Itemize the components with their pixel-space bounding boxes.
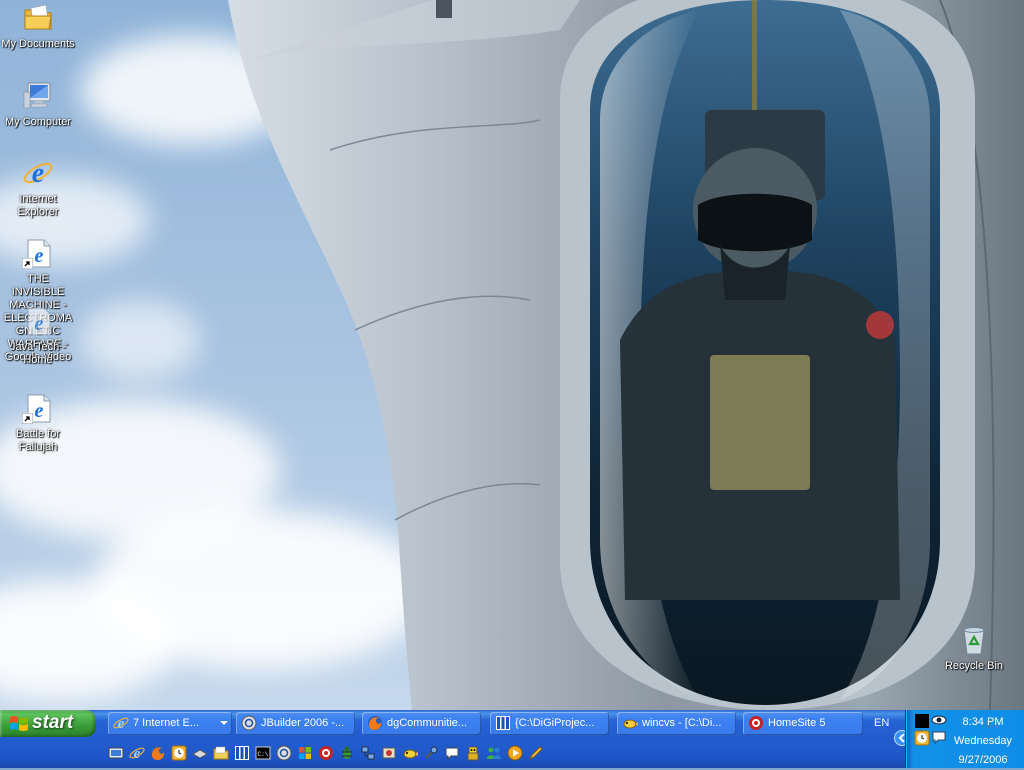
task-jbuilder[interactable]: JBuilder 2006 -... xyxy=(236,712,355,735)
start-button[interactable]: start xyxy=(0,710,96,737)
quick-launch-pencil-icon[interactable] xyxy=(528,745,544,761)
svg-text:e: e xyxy=(35,245,44,267)
desktop-icon-battle-for-fallujah[interactable]: e Battle for Fallujah xyxy=(0,392,76,454)
canopy-center-line xyxy=(752,0,757,110)
svg-text:e: e xyxy=(35,313,44,335)
black-square-icon[interactable] xyxy=(914,713,930,729)
homesite-icon xyxy=(749,716,763,730)
task-wincvs[interactable]: wincvs - [C:\Di... xyxy=(617,712,736,735)
task-label: wincvs - [C:\Di... xyxy=(642,717,722,729)
desktop-icon-label: Java Tech - Home xyxy=(9,341,67,366)
quick-launch-project-grid-icon[interactable] xyxy=(234,745,250,761)
pilot-kneeboard xyxy=(710,355,810,490)
svg-text:e: e xyxy=(35,400,44,422)
desktop-icon-label: My Computer xyxy=(4,116,72,128)
quick-launch-windows-flag-icon[interactable] xyxy=(297,745,313,761)
quick-launch-wincvs-icon[interactable] xyxy=(402,745,418,761)
desktop-icon-my-computer[interactable]: My Computer xyxy=(0,80,76,129)
quick-launch-settings-icon[interactable] xyxy=(381,745,397,761)
task-firefox[interactable]: dgCommunitie... xyxy=(362,712,481,735)
quick-launch-firefox-icon[interactable] xyxy=(150,745,166,761)
quick-launch-folder-icon[interactable] xyxy=(213,745,229,761)
desktop-icon-recycle-bin[interactable]: Recycle Bin xyxy=(936,624,1012,673)
my-documents-folder-icon xyxy=(22,2,54,34)
internet-shortcut-icon: e xyxy=(22,392,54,424)
desktop-icon-internet-explorer[interactable]: e Internet Explorer xyxy=(0,157,76,219)
internet-shortcut-icon: e xyxy=(22,305,54,337)
shortcut-arrow-icon xyxy=(22,413,33,424)
task-internet-explorer-group[interactable]: e 7 Internet E... xyxy=(108,712,232,735)
quick-launch-jbuilder-icon[interactable] xyxy=(276,745,292,761)
project-grid-icon xyxy=(496,716,510,730)
start-label: start xyxy=(32,712,74,733)
quick-launch-homesite-icon[interactable] xyxy=(318,745,334,761)
quick-launch-show-desktop-icon[interactable] xyxy=(108,745,124,761)
svg-text:e: e xyxy=(118,716,125,731)
quick-launch-scanner-icon[interactable] xyxy=(192,745,208,761)
task-label: dgCommunitie... xyxy=(387,717,468,729)
pilot-patch xyxy=(866,311,894,339)
internet-explorer-icon: e xyxy=(22,157,54,189)
taskbar: start e 7 Internet E... JBuilder 2006 -.… xyxy=(0,710,1024,768)
task-label: JBuilder 2006 -... xyxy=(261,717,345,729)
quick-launch-network-icon[interactable] xyxy=(360,745,376,761)
language-indicator[interactable]: EN xyxy=(874,717,889,729)
quick-launch-chat-icon[interactable] xyxy=(444,745,460,761)
quick-launch-clock-icon[interactable] xyxy=(171,745,187,761)
clock-tray-icon[interactable] xyxy=(914,730,930,746)
fuselage-hatch xyxy=(436,0,452,18)
svg-text:e: e xyxy=(32,158,44,189)
task-label: {C:\DiGiProjec... xyxy=(515,717,595,729)
quick-launch-internet-explorer-icon[interactable]: e xyxy=(129,745,145,761)
quick-launch-tool-icon[interactable] xyxy=(423,745,439,761)
desktop-icon-label: Recycle Bin xyxy=(944,660,1004,672)
desktop-icon-java-tech-home[interactable]: e Java Tech - Home xyxy=(0,305,76,367)
recycle-bin-icon xyxy=(958,624,990,656)
desktop-icon-label: Battle for Fallujah xyxy=(15,428,61,453)
task-label: HomeSite 5 xyxy=(768,717,826,729)
clock-date: 9/27/2006 xyxy=(958,754,1008,766)
shortcut-arrow-icon xyxy=(22,258,33,269)
desktop-icon-label: Internet Explorer xyxy=(17,193,59,218)
quick-launch-command-prompt-icon[interactable]: C:\ xyxy=(255,745,271,761)
quick-launch-people-icon[interactable] xyxy=(486,745,502,761)
internet-explorer-icon: e xyxy=(113,716,129,731)
quick-launch-robot-icon[interactable] xyxy=(465,745,481,761)
firefox-icon xyxy=(368,716,382,730)
task-label: 7 Internet E... xyxy=(133,717,200,729)
desktop-icon-label: My Documents xyxy=(1,38,75,50)
svg-text:C:\: C:\ xyxy=(258,751,269,758)
system-tray: 8:34 PM Wednesday 9/27/2006 xyxy=(905,710,1024,768)
svg-text:e: e xyxy=(134,746,141,761)
wincvs-icon xyxy=(623,719,638,729)
clock-day: Wednesday xyxy=(954,735,1012,747)
internet-shortcut-icon: e xyxy=(22,237,54,269)
jbuilder-icon xyxy=(241,715,257,731)
cockpit-canopy xyxy=(560,0,975,710)
windows-flag-icon xyxy=(10,716,28,731)
task-digi-project[interactable]: {C:\DiGiProjec... xyxy=(490,712,609,735)
quick-launch-media-player-icon[interactable] xyxy=(507,745,523,761)
clock[interactable]: 8:34 PM Wednesday 9/27/2006 xyxy=(942,713,1024,770)
desktop-icon-my-documents[interactable]: My Documents xyxy=(0,2,76,51)
wallpaper-fighter-jet xyxy=(0,0,1024,710)
pilot-visor xyxy=(698,193,812,252)
quick-launch-toolbar: e C:\ xyxy=(104,740,564,766)
my-computer-icon xyxy=(22,80,54,112)
clock-time: 8:34 PM xyxy=(962,716,1004,728)
chevron-down-icon xyxy=(220,721,228,725)
task-homesite[interactable]: HomeSite 5 xyxy=(743,712,863,735)
quick-launch-bug-icon[interactable] xyxy=(339,745,355,761)
